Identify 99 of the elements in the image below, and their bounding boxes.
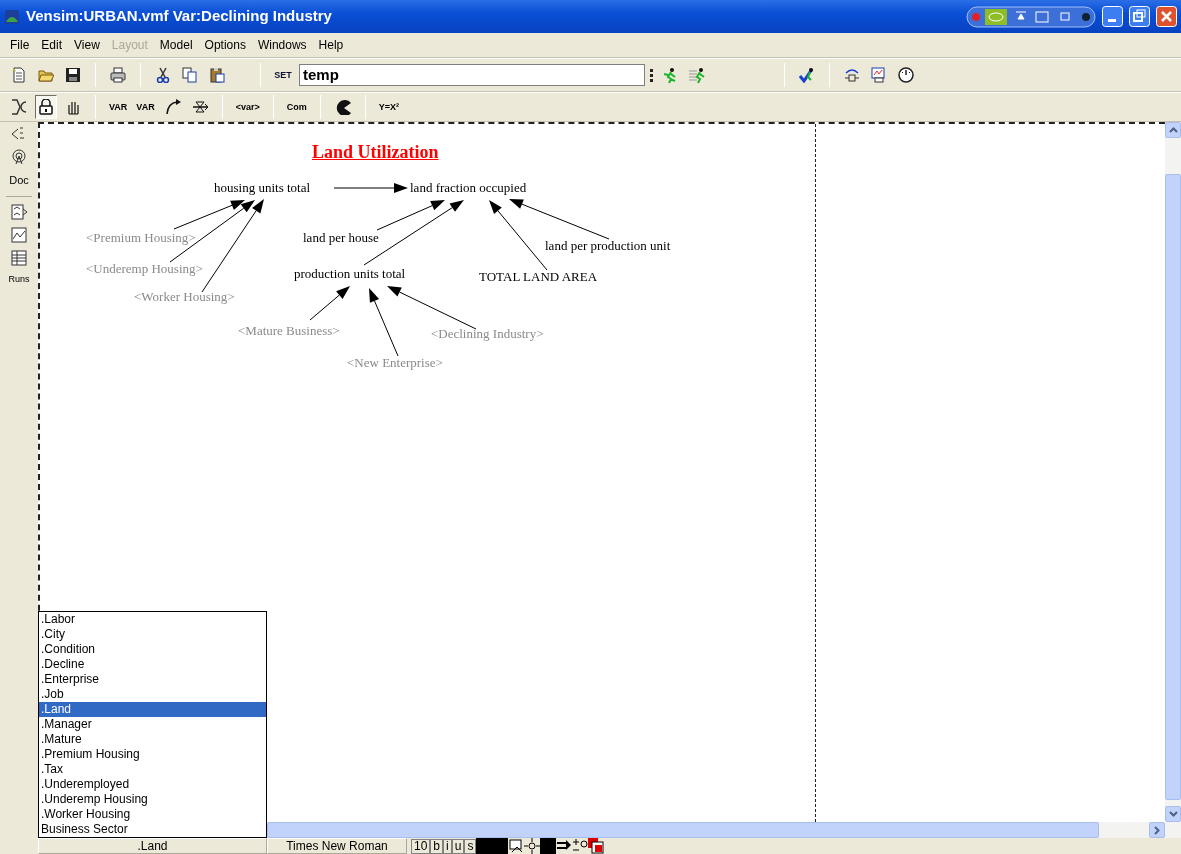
toolbar-button[interactable] xyxy=(35,95,57,119)
list-item[interactable]: .Underemployed xyxy=(39,777,266,792)
font-name[interactable]: Times New Roman xyxy=(267,838,407,854)
window-title: Vensim:URBAN.vmf Var:Declining Industry xyxy=(26,6,332,27)
chevron-right-icon xyxy=(1154,825,1160,835)
app-icon xyxy=(4,8,20,25)
menu-item[interactable]: Help xyxy=(312,36,350,54)
graph-window-icon xyxy=(871,67,887,83)
toolbar-button[interactable]: VAR xyxy=(134,95,157,119)
running-figure-icon xyxy=(689,67,705,83)
variable-label: land fraction occupied xyxy=(410,180,527,196)
text-field[interactable]: temp xyxy=(299,64,645,86)
copy-icon xyxy=(182,67,198,83)
scrollbar-thumb[interactable] xyxy=(1165,174,1181,800)
variable-label: land per house xyxy=(303,230,379,246)
style-button[interactable]: i xyxy=(443,838,452,854)
list-item[interactable]: .Land xyxy=(39,702,266,717)
running-figure-icon xyxy=(662,67,678,83)
rate-valve-icon xyxy=(191,99,208,115)
scrollbar-thumb[interactable] xyxy=(267,822,1099,838)
close-button[interactable] xyxy=(1156,6,1177,27)
font-size[interactable]: 10 xyxy=(411,838,431,854)
list-item[interactable]: .Decline xyxy=(39,657,266,672)
variable-label: housing units total xyxy=(214,180,311,196)
menu-item[interactable]: View xyxy=(68,36,106,54)
toolbar-button[interactable]: <var> xyxy=(233,95,262,119)
line-color-swatch[interactable] xyxy=(540,838,557,854)
tool-button[interactable]: Doc xyxy=(9,172,29,189)
save-icon xyxy=(65,67,81,83)
lock-icon xyxy=(38,99,54,115)
gauge-icon xyxy=(898,67,914,83)
menu-item[interactable]: Edit xyxy=(35,36,69,54)
toolbar-button[interactable]: Y=X² xyxy=(376,95,401,119)
toolbar-button[interactable]: Com xyxy=(284,95,309,119)
chevron-up-icon xyxy=(1168,127,1178,133)
diagram-title: Land Utilization xyxy=(312,141,439,164)
shadow-variable: <Declining Industry> xyxy=(431,326,544,342)
list-item[interactable]: .Worker Housing xyxy=(39,807,266,822)
variable-label: production units total xyxy=(294,266,406,282)
cut-icon xyxy=(155,67,171,83)
shadow-variable: <Worker Housing> xyxy=(134,289,235,305)
list-item[interactable]: Business Sector xyxy=(39,822,266,837)
scroll-right-button[interactable] xyxy=(1149,822,1165,838)
tool-button[interactable]: Runs xyxy=(8,272,30,286)
scroll-down-button[interactable] xyxy=(1165,806,1181,822)
shadow-variable: <Premium Housing> xyxy=(86,230,196,246)
text-tool-icon xyxy=(11,99,27,115)
check-run-icon xyxy=(799,67,815,83)
minimize-button[interactable] xyxy=(1102,6,1123,27)
variable-label: land per production unit xyxy=(545,238,671,254)
style-button[interactable]: u xyxy=(451,838,465,854)
toolbar-button[interactable]: VAR xyxy=(107,95,130,119)
table-icon[interactable] xyxy=(11,249,27,266)
stacked-windows-icon[interactable] xyxy=(588,838,605,854)
chevron-down-icon xyxy=(1168,811,1178,817)
shape-icon[interactable] xyxy=(508,838,525,854)
menu-item[interactable]: Model xyxy=(153,36,199,54)
list-item[interactable]: .Job xyxy=(39,687,266,702)
radar-icon[interactable] xyxy=(11,149,27,165)
menu-item[interactable]: Windows xyxy=(251,36,313,54)
shadow-variable: <Underemp Housing> xyxy=(86,261,203,277)
polarity-icon[interactable] xyxy=(572,838,589,854)
maximize-button[interactable] xyxy=(1129,6,1150,27)
new-file-icon xyxy=(11,67,27,83)
arrow xyxy=(309,286,350,321)
paste-icon xyxy=(209,67,225,83)
variable-label: TOTAL LAND AREA xyxy=(479,269,598,285)
list-item[interactable]: .Underemp Housing xyxy=(39,792,266,807)
window-widget-toolbar[interactable] xyxy=(966,5,1096,28)
shadow-variable: <New Enterprise> xyxy=(347,355,443,371)
definition-tree-icon[interactable] xyxy=(11,126,27,142)
list-item[interactable]: .Condition xyxy=(39,642,266,657)
menu-item[interactable]: Options xyxy=(198,36,252,54)
hand-icon xyxy=(65,99,81,115)
list-item[interactable]: .Manager xyxy=(39,717,266,732)
graph-document-icon[interactable] xyxy=(11,203,27,220)
style-button[interactable]: s xyxy=(464,838,477,854)
toolbar-button[interactable]: SET xyxy=(272,63,294,87)
position-icon[interactable] xyxy=(524,838,541,854)
text-color-swatch[interactable] xyxy=(476,838,493,854)
scroll-up-button[interactable] xyxy=(1165,122,1181,138)
list-item[interactable]: .City xyxy=(39,627,266,642)
grip-icon xyxy=(650,68,654,82)
pacman-icon xyxy=(334,99,351,115)
fill-color-swatch[interactable] xyxy=(492,838,509,854)
open-folder-icon xyxy=(38,67,54,83)
style-button[interactable]: b xyxy=(430,838,444,854)
list-item[interactable]: .Premium Housing xyxy=(39,747,266,762)
printer-icon xyxy=(110,67,126,83)
shadow-variable: <Mature Business> xyxy=(238,323,340,339)
menu-item[interactable]: File xyxy=(4,36,36,54)
curved-arrow-icon xyxy=(164,99,181,115)
list-item[interactable]: .Labor xyxy=(39,612,266,627)
view-name: .Land xyxy=(38,838,267,854)
list-item[interactable]: .Mature xyxy=(39,732,266,747)
list-item[interactable]: .Enterprise xyxy=(39,672,266,687)
causal-tree-icon xyxy=(844,67,860,83)
list-item[interactable]: .Tax xyxy=(39,762,266,777)
line-graph-icon[interactable] xyxy=(11,226,27,243)
